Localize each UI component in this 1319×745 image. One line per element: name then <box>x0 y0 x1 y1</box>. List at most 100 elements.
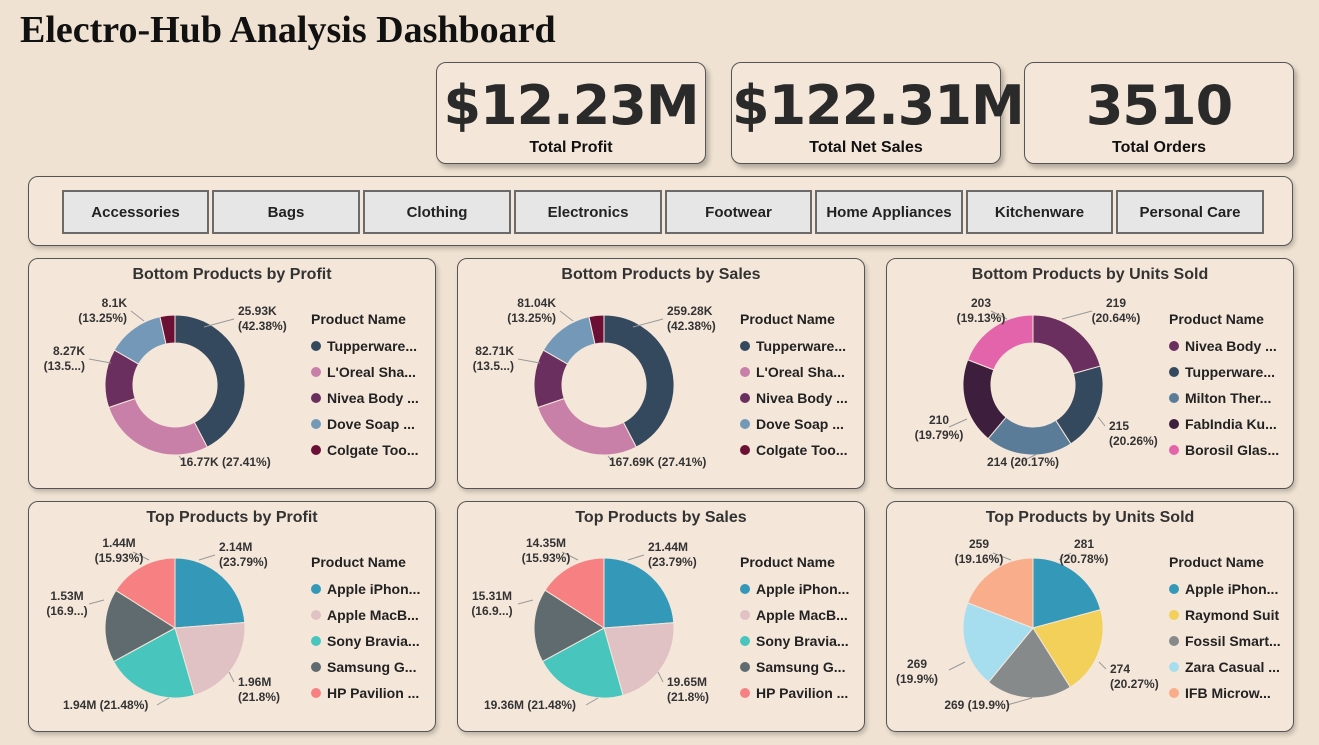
leader-line <box>559 310 574 322</box>
legend-item[interactable]: Colgate Too... <box>740 437 848 463</box>
data-label: 19.36M (21.48%) <box>484 698 576 712</box>
legend-item[interactable]: Samsung G... <box>311 654 420 680</box>
data-label: 215 (20.26%) <box>1109 419 1158 448</box>
legend-dot-icon <box>311 688 321 698</box>
legend-dot-icon <box>1169 636 1179 646</box>
legend-label: FabIndia Ku... <box>1185 416 1277 432</box>
leader-line <box>1061 310 1093 320</box>
legend-label: Apple MacB... <box>756 607 848 623</box>
legend-item[interactable]: Apple iPhon... <box>311 576 420 602</box>
legend-label: Raymond Suit <box>1185 607 1280 623</box>
category-button-electronics[interactable]: Electronics <box>514 190 662 234</box>
data-label: 259 (19.16%) <box>955 537 1004 566</box>
kpi-label: Total Net Sales <box>809 139 923 156</box>
leader-line <box>1097 416 1106 427</box>
legend-label: Colgate Too... <box>327 442 419 458</box>
legend-label: Colgate Too... <box>756 442 848 458</box>
kpi-label: Total Orders <box>1112 139 1206 156</box>
chart-legend: Product Name Tupperware... L'Oreal Sha... N… <box>311 311 419 463</box>
legend-dot-icon <box>740 367 750 377</box>
data-label: 274 (20.27%) <box>1110 662 1159 691</box>
legend-dot-icon <box>311 367 321 377</box>
category-button-personal-care[interactable]: Personal Care <box>1116 190 1264 234</box>
legend-item[interactable]: Apple iPhon... <box>740 576 849 602</box>
legend-label: Borosil Glas... <box>1185 442 1280 458</box>
data-label: 1.94M (21.48%) <box>63 698 148 712</box>
legend-item[interactable]: L'Oreal Sha... <box>740 359 848 385</box>
legend-label: Nivea Body ... <box>327 390 419 406</box>
legend-item[interactable]: FabIndia Ku... <box>1169 411 1279 437</box>
pie-slice[interactable] <box>108 397 208 456</box>
category-button-clothing[interactable]: Clothing <box>363 190 511 234</box>
data-label: 25.93K (42.38%) <box>238 304 287 333</box>
legend-item[interactable]: Tupperware... <box>1169 359 1279 385</box>
category-button-home-appliances[interactable]: Home Appliances <box>815 190 963 234</box>
legend-title: Product Name <box>311 311 406 327</box>
legend-item[interactable]: Apple iPhon... <box>1169 576 1281 602</box>
legend-item[interactable]: Apple MacB... <box>740 602 849 628</box>
legend-dot-icon <box>740 636 750 646</box>
leader-line <box>198 554 216 561</box>
legend-item[interactable]: Samsung G... <box>740 654 849 680</box>
legend-item[interactable]: L'Oreal Sha... <box>311 359 419 385</box>
category-button-accessories[interactable]: Accessories <box>62 190 209 234</box>
legend-item[interactable]: Nivea Body ... <box>1169 333 1279 359</box>
category-button-footwear[interactable]: Footwear <box>665 190 812 234</box>
pie-slice[interactable] <box>537 397 637 456</box>
legend-dot-icon <box>740 662 750 672</box>
legend-item[interactable]: Borosil Glas... <box>1169 437 1279 463</box>
legend-label: Apple iPhon... <box>327 581 421 597</box>
legend-item[interactable]: Sony Bravia... <box>740 628 849 654</box>
legend-item[interactable]: HP Pavilion ... <box>311 680 420 706</box>
data-label: 21.44M (23.79%) <box>648 540 697 569</box>
legend-dot-icon <box>1169 445 1179 455</box>
chart-legend: Product Name Apple iPhon... Apple MacB... S… <box>740 554 849 706</box>
legend-item[interactable]: Zara Casual ... <box>1169 654 1281 680</box>
leader-line <box>156 697 170 706</box>
legend-item[interactable]: Dove Soap ... <box>311 411 419 437</box>
data-label: 269 (19.9%) <box>944 698 1009 712</box>
legend-item[interactable]: Nivea Body ... <box>740 385 848 411</box>
legend-dot-icon <box>740 419 750 429</box>
data-label: 281 (20.78%) <box>1060 537 1109 566</box>
legend-item[interactable]: IFB Microw... <box>1169 680 1281 706</box>
legend-item[interactable]: Colgate Too... <box>311 437 419 463</box>
data-label: 1.44M (15.93%) <box>95 536 144 565</box>
legend-dot-icon <box>1169 341 1179 351</box>
legend-item[interactable]: Tupperware... <box>740 333 848 359</box>
legend-item[interactable]: Fossil Smart... <box>1169 628 1281 654</box>
legend-label: Apple MacB... <box>327 607 419 623</box>
pie-chart: 259.28K (42.38%) 167.69K (27.41%) 82.71K (13… <box>473 296 716 469</box>
legend-item[interactable]: Nivea Body ... <box>311 385 419 411</box>
category-button-kitchenware[interactable]: Kitchenware <box>966 190 1113 234</box>
category-button-bags[interactable]: Bags <box>212 190 360 234</box>
data-label: 8.1K (13.25%) <box>78 296 127 325</box>
chart-legend: Product Name Nivea Body ... Tupperware... M… <box>1169 311 1279 463</box>
legend-dot-icon <box>311 341 321 351</box>
data-label: 259.28K (42.38%) <box>667 304 716 333</box>
legend-dot-icon <box>311 419 321 429</box>
legend-dot-icon <box>740 688 750 698</box>
legend-item[interactable]: Sony Bravia... <box>311 628 420 654</box>
legend-item[interactable]: Apple MacB... <box>311 602 420 628</box>
legend-item[interactable]: Milton Ther... <box>1169 385 1279 411</box>
pie-chart: 2.14M (23.79%) 1.96M (21.8%) 1.94M (21.48%) 1… <box>46 536 280 712</box>
legend-title: Product Name <box>740 554 835 570</box>
leader-line <box>228 671 235 683</box>
leader-line <box>517 358 541 364</box>
pie-slice[interactable] <box>1032 314 1102 375</box>
dashboard-title: Electro-Hub Analysis Dashboard <box>20 9 556 51</box>
legend-item[interactable]: HP Pavilion ... <box>740 680 849 706</box>
legend-dot-icon <box>740 610 750 620</box>
data-label: 167.69K (27.41%) <box>609 455 706 469</box>
legend-label: Tupperware... <box>756 338 846 354</box>
legend-label: Dove Soap ... <box>327 416 415 432</box>
legend-title: Product Name <box>1169 554 1264 570</box>
legend-label: L'Oreal Sha... <box>327 364 416 380</box>
legend-item[interactable]: Raymond Suit <box>1169 602 1281 628</box>
legend-label: Samsung G... <box>756 659 846 675</box>
leader-line <box>657 671 664 683</box>
legend-item[interactable]: Dove Soap ... <box>740 411 848 437</box>
legend-item[interactable]: Tupperware... <box>311 333 419 359</box>
data-label: 203 (19.13%) <box>957 296 1006 325</box>
